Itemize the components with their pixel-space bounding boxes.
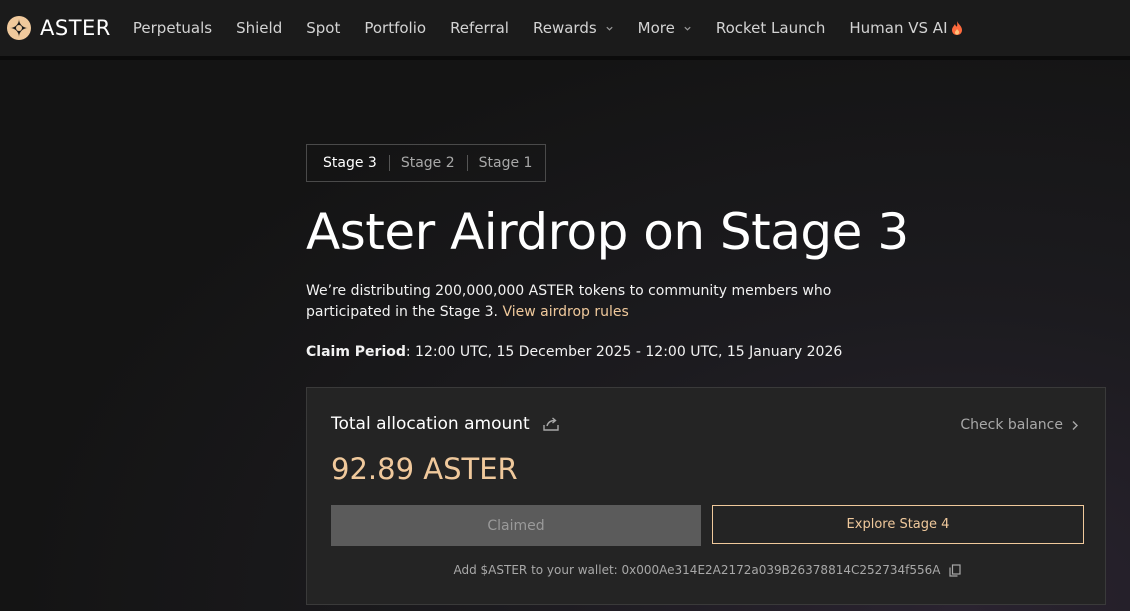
claimed-button[interactable]: Claimed	[331, 505, 701, 546]
add-to-wallet: Add $ASTER to your wallet: 0x000Ae314E2A…	[307, 563, 1107, 577]
wallet-address-text: Add $ASTER to your wallet: 0x000Ae314E2A…	[453, 563, 941, 577]
allocation-title: Total allocation amount	[331, 414, 560, 434]
tab-stage-2[interactable]: Stage 2	[388, 155, 467, 171]
allocation-amount: 92.89 ASTER	[331, 452, 518, 486]
nav-item-rocket-launch[interactable]: Rocket Launch	[716, 19, 826, 37]
main-nav: Perpetuals Shield Spot Portfolio Referra…	[133, 19, 987, 37]
nav-item-spot[interactable]: Spot	[306, 19, 340, 37]
nav-item-portfolio[interactable]: Portfolio	[364, 19, 426, 37]
explore-stage-4-button[interactable]: Explore Stage 4	[712, 505, 1084, 544]
nav-item-more-label: More	[637, 19, 675, 37]
claim-period: Claim Period: 12:00 UTC, 15 December 202…	[306, 344, 842, 360]
nav-item-more[interactable]: More	[638, 19, 692, 37]
chevron-down-icon	[684, 26, 691, 31]
copy-icon[interactable]	[948, 563, 961, 577]
airdrop-description: We’re distributing 200,000,000 ASTER tok…	[306, 281, 866, 323]
chevron-right-icon	[1072, 420, 1078, 430]
brand-name: ASTER	[40, 16, 111, 40]
stage-tabs: Stage 3 Stage 2 Stage 1	[306, 144, 546, 182]
nav-item-human-vs-ai-label: Human VS AI	[849, 19, 948, 37]
nav-item-referral[interactable]: Referral	[450, 19, 509, 37]
nav-item-rewards-label: Rewards	[532, 19, 597, 37]
claim-period-value: : 12:00 UTC, 15 December 2025 - 12:00 UT…	[405, 344, 843, 360]
tab-stage-1[interactable]: Stage 1	[466, 155, 545, 171]
nav-item-perpetuals[interactable]: Perpetuals	[133, 19, 212, 37]
chevron-down-icon	[606, 26, 613, 31]
allocation-card: Total allocation amount Check balance 92…	[306, 387, 1106, 605]
nav-item-shield[interactable]: Shield	[236, 19, 282, 37]
check-balance-link[interactable]: Check balance	[960, 417, 1079, 433]
fire-icon	[951, 21, 962, 35]
share-icon[interactable]	[542, 415, 560, 433]
check-balance-label: Check balance	[960, 417, 1063, 433]
top-nav-bar: ASTER Perpetuals Shield Spot Portfolio R…	[0, 0, 1130, 60]
tab-stage-3[interactable]: Stage 3	[307, 155, 389, 171]
claim-period-label: Claim Period	[306, 344, 406, 360]
page-title: Aster Airdrop on Stage 3	[306, 203, 909, 261]
allocation-title-text: Total allocation amount	[331, 414, 530, 434]
nav-item-human-vs-ai[interactable]: Human VS AI	[849, 19, 962, 37]
nav-item-rewards[interactable]: Rewards	[533, 19, 614, 37]
brand-logo[interactable]: ASTER	[6, 15, 111, 41]
view-airdrop-rules-link[interactable]: View airdrop rules	[502, 304, 628, 320]
aster-logo-icon	[7, 16, 31, 40]
